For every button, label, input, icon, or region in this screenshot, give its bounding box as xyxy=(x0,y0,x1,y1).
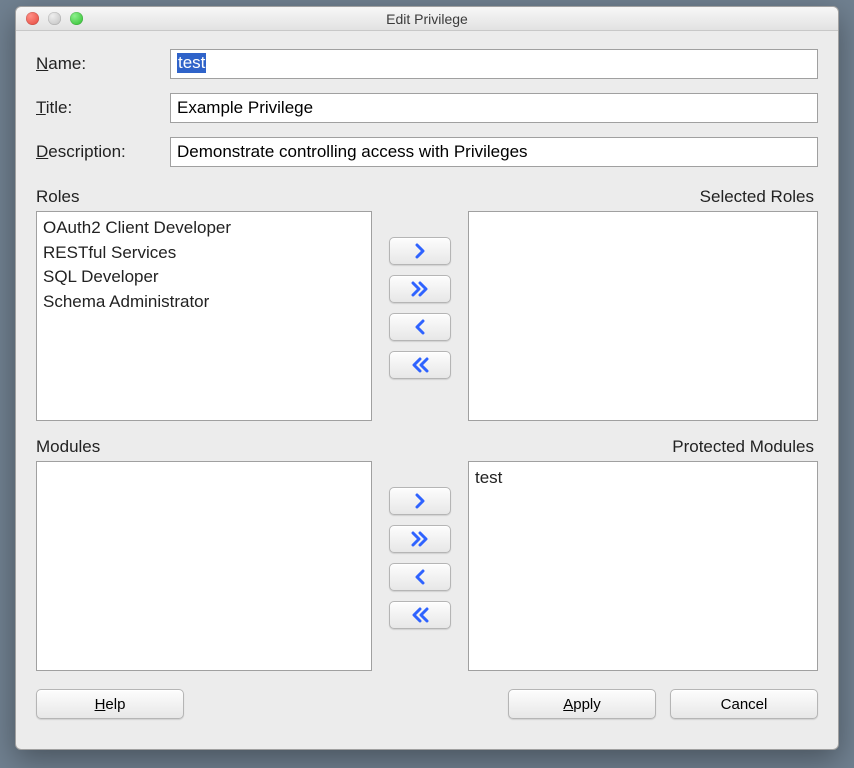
list-item[interactable]: test xyxy=(475,466,811,491)
name-field[interactable]: test xyxy=(170,49,818,79)
dialog-window: Edit Privilege Name: test Title: Descrip… xyxy=(15,6,839,750)
modules-section: Modules Protected Modules xyxy=(36,437,818,671)
list-item[interactable]: Schema Administrator xyxy=(43,290,365,315)
roles-mover xyxy=(372,211,468,421)
cancel-button[interactable]: Cancel xyxy=(670,689,818,719)
roles-remove-all-button[interactable] xyxy=(389,351,451,379)
roles-remove-button[interactable] xyxy=(389,313,451,341)
titlebar: Edit Privilege xyxy=(16,7,838,31)
chevron-right-icon xyxy=(412,493,428,509)
roles-selected-label: Selected Roles xyxy=(468,187,818,207)
double-chevron-left-icon xyxy=(410,607,430,623)
roles-add-button[interactable] xyxy=(389,237,451,265)
list-item[interactable]: SQL Developer xyxy=(43,265,365,290)
description-field[interactable] xyxy=(170,137,818,167)
chevron-left-icon xyxy=(412,569,428,585)
help-button[interactable]: Help xyxy=(36,689,184,719)
double-chevron-right-icon xyxy=(410,531,430,547)
double-chevron-left-icon xyxy=(410,357,430,373)
list-item[interactable]: RESTful Services xyxy=(43,241,365,266)
dialog-content: Name: test Title: Description: Roles Sel… xyxy=(16,31,838,749)
window-controls xyxy=(16,12,83,25)
zoom-icon[interactable] xyxy=(70,12,83,25)
roles-available-list[interactable]: OAuth2 Client DeveloperRESTful ServicesS… xyxy=(36,211,372,421)
apply-button[interactable]: Apply xyxy=(508,689,656,719)
dialog-footer: Help Apply Cancel xyxy=(36,689,818,719)
row-name: Name: test xyxy=(36,49,818,79)
close-icon[interactable] xyxy=(26,12,39,25)
title-label: Title: xyxy=(36,98,170,118)
modules-available-label: Modules xyxy=(36,437,372,457)
modules-selected-label: Protected Modules xyxy=(468,437,818,457)
double-chevron-right-icon xyxy=(410,281,430,297)
row-description: Description: xyxy=(36,137,818,167)
modules-available-list[interactable] xyxy=(36,461,372,671)
title-field[interactable] xyxy=(170,93,818,123)
modules-mover xyxy=(372,461,468,671)
modules-selected-list[interactable]: test xyxy=(468,461,818,671)
roles-available-label: Roles xyxy=(36,187,372,207)
row-title: Title: xyxy=(36,93,818,123)
roles-add-all-button[interactable] xyxy=(389,275,451,303)
chevron-left-icon xyxy=(412,319,428,335)
modules-add-all-button[interactable] xyxy=(389,525,451,553)
chevron-right-icon xyxy=(412,243,428,259)
modules-add-button[interactable] xyxy=(389,487,451,515)
minimize-icon[interactable] xyxy=(48,12,61,25)
list-item[interactable]: OAuth2 Client Developer xyxy=(43,216,365,241)
modules-remove-all-button[interactable] xyxy=(389,601,451,629)
name-label: Name: xyxy=(36,54,170,74)
roles-selected-list[interactable] xyxy=(468,211,818,421)
description-label: Description: xyxy=(36,142,170,162)
roles-section: Roles Selected Roles OAuth2 Client Devel… xyxy=(36,187,818,421)
modules-remove-button[interactable] xyxy=(389,563,451,591)
window-title: Edit Privilege xyxy=(16,11,838,27)
